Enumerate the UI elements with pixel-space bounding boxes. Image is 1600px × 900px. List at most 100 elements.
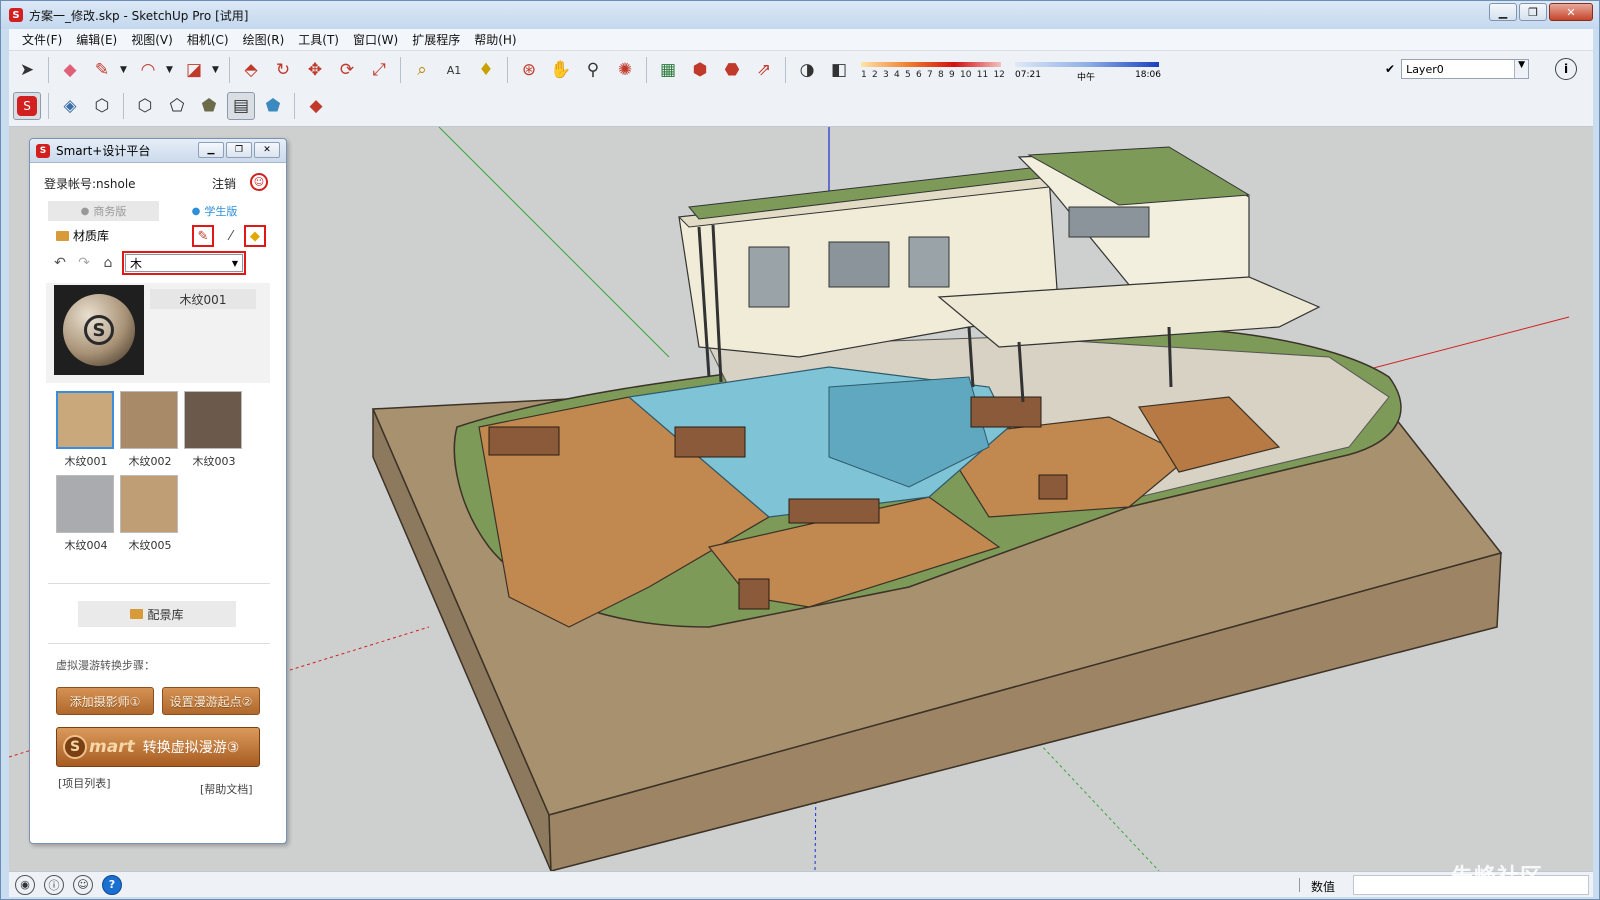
text-label-icon: A1 <box>446 63 462 77</box>
rectangle-tool[interactable]: ◪ <box>180 56 208 84</box>
close-icon: ✕ <box>1566 5 1576 19</box>
send-to-layout-tool[interactable]: ⇗ <box>750 56 778 84</box>
shape-dropdown-icon[interactable]: ▼ <box>212 65 222 75</box>
shadow-time-slider[interactable]: 07:21 中午 18:06 <box>1011 56 1163 84</box>
material-swatch[interactable]: 木纹002 <box>120 391 180 468</box>
move-tool[interactable]: ✥ <box>301 56 329 84</box>
credits-icon[interactable]: ⓘ <box>44 874 64 895</box>
ruby-gem-icon: ◆ <box>309 95 323 116</box>
hidden-line-style-tool[interactable]: ⬠ <box>163 92 191 120</box>
bucket-fill-button[interactable]: ◆ <box>244 225 266 247</box>
arc-dropdown-icon[interactable]: ▼ <box>166 65 176 75</box>
tab-student-edition[interactable]: ● 学生版 <box>159 201 270 221</box>
back-edges-style-tool[interactable]: ⬡ <box>88 92 116 120</box>
3d-warehouse-tool[interactable]: ▦ <box>654 56 682 84</box>
arc-tool[interactable]: ◠ <box>134 56 162 84</box>
lounge-set-1 <box>488 426 560 456</box>
tab-business-edition[interactable]: ● 商务版 <box>48 201 159 221</box>
shaded-style-tool[interactable]: ⬟ <box>195 92 223 120</box>
material-swatch[interactable]: 木纹004 <box>56 475 116 552</box>
minimize-icon: ▁ <box>207 145 215 155</box>
menu-view[interactable]: 视图(V) <box>124 31 180 48</box>
shadow-month-slider[interactable]: 1 2 3 4 5 6 7 8 9 10 11 12 <box>857 56 1007 84</box>
monochrome-style-tool[interactable]: ⬟ <box>259 92 287 120</box>
material-library-title[interactable]: 材质库 <box>56 227 109 244</box>
share-model-tool[interactable]: ⬢ <box>686 56 714 84</box>
line-tool[interactable]: ✎ <box>88 56 116 84</box>
home-icon: ⌂ <box>103 255 113 271</box>
material-search-input[interactable]: 木 ▼ <box>125 254 243 272</box>
eraser-tool[interactable]: ◆ <box>56 56 84 84</box>
toolbar-separator <box>48 93 49 119</box>
user-profile-icon[interactable]: ☺ <box>250 173 268 191</box>
select-tool[interactable]: ➤ <box>13 56 41 84</box>
menu-extensions[interactable]: 扩展程序 <box>405 31 467 48</box>
shadow-toggle-tool[interactable]: ◧ <box>825 56 853 84</box>
shadow-settings-tool[interactable]: ◑ <box>793 56 821 84</box>
follow-me-tool[interactable]: ↻ <box>269 56 297 84</box>
swatch-label: 木纹003 <box>192 455 236 468</box>
panel-close-button[interactable]: ✕ <box>254 142 280 158</box>
paint-brush-button[interactable]: ✎ <box>192 225 214 247</box>
minimize-button[interactable]: ▁ <box>1489 3 1517 21</box>
maximize-button[interactable]: ❐ <box>1519 3 1547 21</box>
material-swatch[interactable]: 木纹003 <box>184 391 244 468</box>
scene-library-button[interactable]: 配景库 <box>78 601 236 627</box>
orbit-tool[interactable]: ⊛ <box>515 56 543 84</box>
search-value: 木 <box>130 256 143 271</box>
eyedropper-icon: ⁄ <box>229 228 233 244</box>
ruby-console-tool[interactable]: ◆ <box>302 92 330 120</box>
material-swatch[interactable]: 木纹001 <box>56 391 116 468</box>
back-button[interactable]: ↶ <box>50 253 70 273</box>
user-account-icon[interactable]: ☺ <box>73 874 93 895</box>
smart-plugin-tool[interactable]: S <box>13 92 41 120</box>
panel-divider <box>48 643 270 644</box>
menu-draw[interactable]: 绘图(R) <box>236 31 292 48</box>
menu-edit[interactable]: 编辑(E) <box>69 31 124 48</box>
menu-camera[interactable]: 相机(C) <box>180 31 236 48</box>
forward-button[interactable]: ↷ <box>74 253 94 273</box>
scale-tool[interactable]: ⤢ <box>365 56 393 84</box>
zoom-tool[interactable]: ⚲ <box>579 56 607 84</box>
zoom-extents-tool[interactable]: ✺ <box>611 56 639 84</box>
time-end-label: 18:06 <box>1135 70 1161 80</box>
add-camera-button[interactable]: 添加摄影师① <box>56 687 154 715</box>
tape-measure-tool[interactable]: ⌕ <box>408 56 436 84</box>
shaded-textures-style-tool[interactable]: ▤ <box>227 92 255 120</box>
pan-tool[interactable]: ✋ <box>547 56 575 84</box>
help-doc-link[interactable]: [帮助文档] <box>200 781 253 797</box>
logout-link[interactable]: 注销 <box>212 175 236 192</box>
chevron-down-icon[interactable]: ▼ <box>228 259 242 268</box>
xray-style-tool[interactable]: ◈ <box>56 92 84 120</box>
convert-vr-button[interactable]: S mart 转换虚拟漫游③ <box>56 727 260 767</box>
month-gradient-bar <box>861 62 1001 67</box>
panel-minimize-button[interactable]: ▁ <box>198 142 224 158</box>
menu-help[interactable]: 帮助(H) <box>467 31 523 48</box>
material-search-combo[interactable]: 木 ▼ <box>122 251 246 275</box>
material-swatch[interactable]: 木纹005 <box>120 475 180 552</box>
push-pull-tool[interactable]: ⬘ <box>237 56 265 84</box>
rotate-tool[interactable]: ⟳ <box>333 56 361 84</box>
close-button[interactable]: ✕ <box>1549 3 1593 21</box>
wireframe-style-tool[interactable]: ⬡ <box>131 92 159 120</box>
set-start-point-button[interactable]: 设置漫游起点② <box>162 687 260 715</box>
paint-bucket-tool[interactable]: ♦ <box>472 56 500 84</box>
month-tick: 6 <box>916 70 922 80</box>
menu-file[interactable]: 文件(F) <box>15 31 69 48</box>
toolbar-separator <box>48 57 49 83</box>
layer-manager-info-icon[interactable]: i <box>1555 58 1577 80</box>
project-list-link[interactable]: [项目列表] <box>58 775 111 791</box>
panel-maximize-button[interactable]: ❐ <box>226 142 252 158</box>
help-icon[interactable]: ? <box>102 874 122 895</box>
text-tool[interactable]: A1 <box>440 56 468 84</box>
geo-location-icon[interactable]: ◉ <box>15 874 35 895</box>
extension-warehouse-tool[interactable]: ⬣ <box>718 56 746 84</box>
layer-dropdown[interactable]: Layer0 ▼ <box>1401 59 1530 79</box>
eyedropper-button[interactable]: ⁄ <box>220 225 242 247</box>
line-dropdown-icon[interactable]: ▼ <box>120 65 130 75</box>
menu-tools[interactable]: 工具(T) <box>291 31 346 48</box>
toolbar-separator <box>646 57 647 83</box>
home-button[interactable]: ⌂ <box>98 253 118 273</box>
tape-measure-icon: ⌕ <box>417 59 427 80</box>
menu-window[interactable]: 窗口(W) <box>346 31 405 48</box>
